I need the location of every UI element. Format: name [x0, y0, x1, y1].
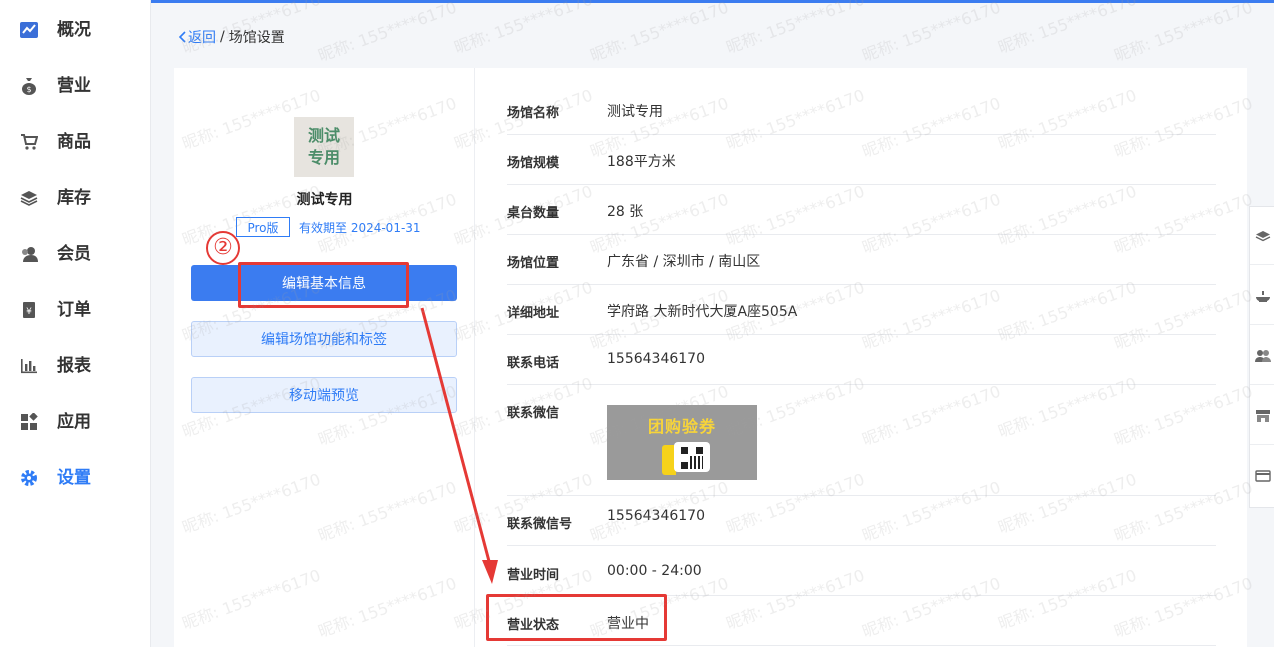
detail-row-size: 场馆规模 188平方米: [507, 135, 1216, 185]
top-accent-bar: [151, 0, 1274, 3]
watermark-text: 昵称: 155****6170: [995, 0, 1140, 58]
detail-label: 详细地址: [507, 306, 560, 321]
watermark-text: 昵称: 155****6170: [587, 0, 732, 66]
breadcrumb-current: 场馆设置: [228, 30, 285, 46]
back-link[interactable]: 返回: [178, 27, 216, 47]
svg-text:$: $: [26, 85, 31, 94]
detail-value: 188平方米: [607, 154, 676, 170]
detail-row-wechat-id: 联系微信号 15564346170: [507, 496, 1216, 546]
venue-logo-text-line2: 专用: [307, 148, 340, 167]
detail-row-name: 场馆名称 测试专用: [507, 86, 1216, 135]
sidebar-item-orders[interactable]: ¥ 订单: [0, 290, 151, 330]
detail-label: 场馆规模: [507, 156, 560, 171]
venue-logo-text-line1: 测试: [307, 126, 340, 145]
gear-icon: [19, 468, 39, 488]
step-number-badge: ②: [206, 231, 240, 265]
sidebar-item-label: 营业: [57, 76, 91, 96]
chevron-left-icon: [178, 31, 186, 43]
detail-value: 28 张: [607, 204, 644, 220]
bar-chart-icon: [19, 356, 39, 376]
users-icon: [1254, 349, 1271, 362]
sidebar-item-settings[interactable]: 设置: [0, 458, 151, 498]
detail-row-address: 详细地址 学府路 大新时代大厦A座505A: [507, 285, 1216, 335]
cart-icon: [19, 132, 39, 152]
user-icon: [19, 244, 39, 264]
vip-card-icon: [1254, 470, 1271, 482]
detail-row-tables: 桌台数量 28 张: [507, 185, 1216, 235]
mobile-preview-button[interactable]: 移动端预览: [191, 377, 457, 413]
detail-value: 00:00 - 24:00: [607, 563, 702, 579]
sidebar-item-apps[interactable]: 应用: [0, 402, 151, 442]
apps-icon: [19, 412, 39, 432]
valid-until: 有效期至 2024-01-31: [299, 221, 421, 235]
sidebar-item-overview[interactable]: 概况: [0, 10, 151, 50]
layers-icon: [19, 188, 39, 208]
sidebar-item-members[interactable]: 会员: [0, 234, 151, 274]
sidebar-item-business[interactable]: $ 营业: [0, 66, 151, 106]
highlight-box-edit-button: [238, 262, 409, 308]
watermark-text: 昵称: 155****6170: [1111, 0, 1256, 66]
sidebar-item-label: 应用: [57, 412, 91, 432]
detail-value: 15564346170: [607, 508, 705, 524]
breadcrumb-separator: /: [220, 29, 225, 45]
detail-value: 15564346170: [607, 351, 705, 367]
detail-label: 场馆名称: [507, 106, 560, 121]
wechat-qr-image-text: 团购验券: [647, 417, 716, 436]
sidebar-item-label: 商品: [57, 132, 91, 152]
qr-code-icon: [681, 447, 703, 469]
watermark-text: 昵称: 155****6170: [859, 0, 1004, 66]
wechat-qr-image: 团购验券: [607, 405, 757, 480]
detail-row-phone: 联系电话 15564346170: [507, 335, 1216, 385]
sidebar-item-products[interactable]: 商品: [0, 122, 151, 162]
venue-name: 测试专用: [296, 192, 353, 208]
trend-chart-icon: [19, 20, 39, 40]
store-icon: [1255, 409, 1270, 422]
sidebar-item-reports[interactable]: 报表: [0, 346, 151, 386]
sidebar-item-label: 设置: [57, 468, 91, 488]
detail-label: 桌台数量: [507, 206, 560, 221]
order-icon: ¥: [19, 300, 39, 320]
detail-label: 营业时间: [507, 568, 560, 583]
money-bag-icon: $: [19, 76, 39, 96]
toolbar-layers-button[interactable]: [1250, 207, 1274, 265]
highlight-box-status: [486, 594, 667, 641]
toolbar-store-button[interactable]: [1250, 387, 1274, 445]
sidebar-item-label: 订单: [57, 300, 91, 320]
watermark-text: 昵称: 155****6170: [451, 0, 596, 58]
detail-row-location: 场馆位置 广东省 / 深圳市 / 南山区: [507, 235, 1216, 285]
sidebar: 概况 $ 营业 商品 库存 会员 ¥ 订单 报表 应用 设置: [0, 0, 151, 647]
dish-icon: [1255, 290, 1270, 302]
layers-icon: [1255, 230, 1270, 241]
watermark-text: 昵称: 155****6170: [315, 0, 460, 66]
sidebar-item-label: 报表: [57, 356, 91, 376]
watermark-text: 昵称: 155****6170: [723, 0, 868, 58]
detail-value: 学府路 大新时代大厦A座505A: [607, 304, 798, 320]
floating-toolbar: [1249, 206, 1274, 508]
detail-label: 联系电话: [507, 356, 560, 371]
detail-label: 联系微信号: [507, 517, 573, 532]
toolbar-users-button[interactable]: [1250, 327, 1274, 385]
sidebar-item-inventory[interactable]: 库存: [0, 178, 151, 218]
venue-logo: 测试 专用: [294, 117, 354, 177]
toolbar-service-button[interactable]: [1250, 267, 1274, 325]
detail-value: 广东省 / 深圳市 / 南山区: [607, 254, 761, 270]
svg-text:¥: ¥: [26, 307, 32, 317]
back-link-label: 返回: [188, 30, 216, 46]
sidebar-item-label: 库存: [57, 188, 91, 208]
plan-badge: Pro版: [236, 217, 290, 237]
toolbar-vip-button[interactable]: [1250, 447, 1274, 505]
detail-row-hours: 营业时间 00:00 - 24:00: [507, 546, 1216, 596]
detail-label: 联系微信: [507, 406, 560, 421]
sidebar-item-label: 会员: [57, 244, 91, 264]
edit-features-tags-button[interactable]: 编辑场馆功能和标签: [191, 321, 457, 357]
detail-label: 场馆位置: [507, 256, 560, 271]
detail-value: 测试专用: [607, 104, 663, 120]
sidebar-item-label: 概况: [57, 20, 91, 40]
breadcrumb: 返回 / 场馆设置: [178, 27, 285, 47]
